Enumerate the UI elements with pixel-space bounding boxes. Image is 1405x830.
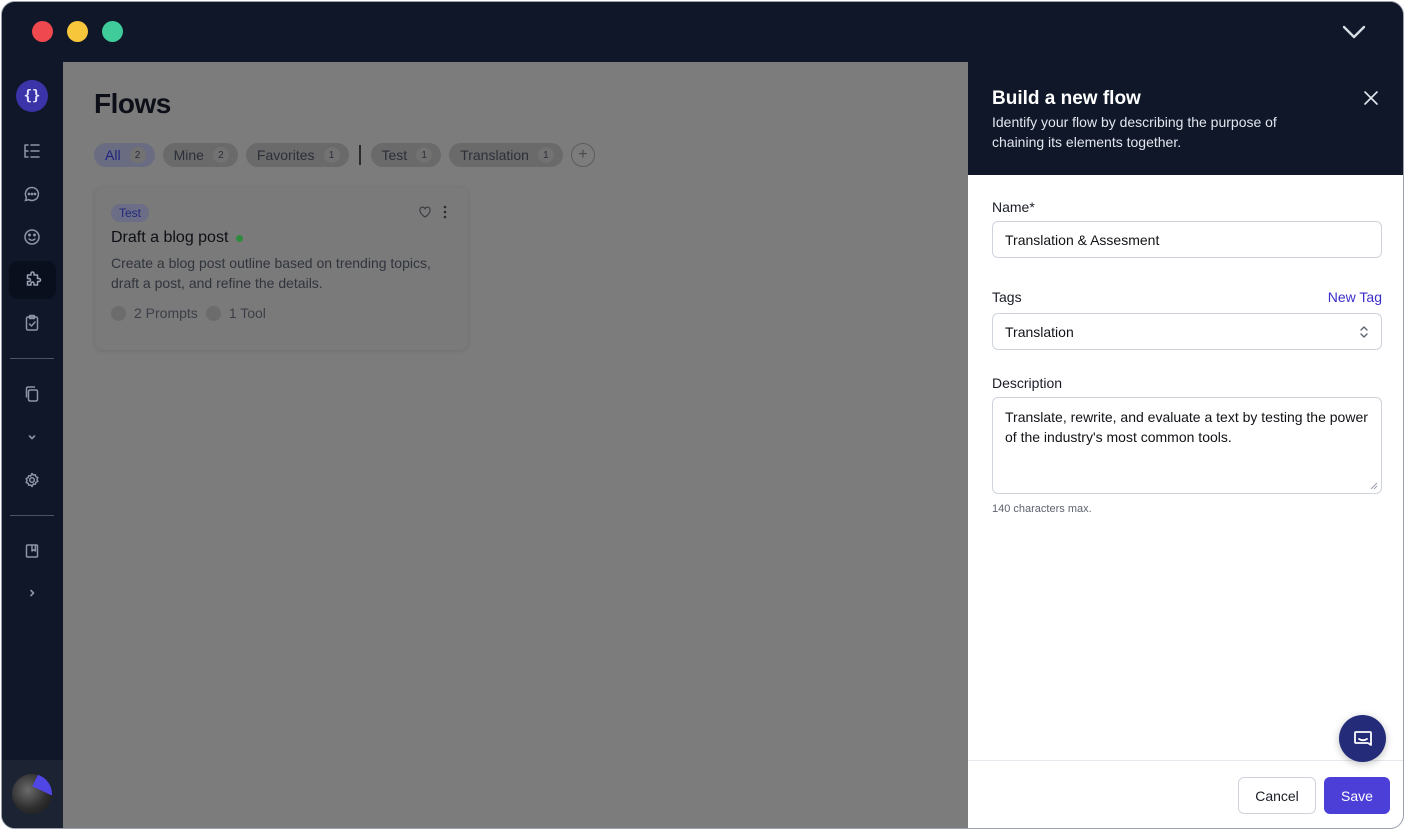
tag-chip-label: Test: [381, 147, 408, 163]
gear-icon: [25, 472, 39, 488]
tag-chip-count: 1: [537, 147, 554, 163]
panel-title: Build a new flow: [992, 88, 1141, 109]
tool-icon: [205, 305, 221, 321]
filter-chip-mine[interactable]: Mine 2: [162, 143, 238, 167]
close-icon[interactable]: [1363, 90, 1379, 106]
prompt-icon: [111, 305, 126, 321]
page-title: Flows: [94, 88, 171, 119]
filter-chip-label: Mine: [173, 147, 204, 163]
cancel-button[interactable]: Cancel: [1238, 777, 1316, 814]
support-chat-button[interactable]: [1339, 715, 1386, 762]
name-field[interactable]: Translation & Assesment: [992, 221, 1382, 258]
sidebar-divider: [10, 358, 54, 359]
flow-card-description: Create a blog post outline based on tren…: [111, 255, 431, 291]
flow-card-title: Draft a blog post: [111, 229, 244, 247]
filter-chip-count: 2: [212, 147, 229, 163]
sidebar-collapse-toggle[interactable]: [17, 578, 47, 608]
panel-footer: Cancel Save: [968, 760, 1403, 828]
user-menu[interactable]: [2, 760, 63, 828]
window-close-button[interactable]: [32, 21, 53, 42]
panel-header: Build a new flow Identify your flow by d…: [968, 62, 1403, 175]
sidebar: {}: [2, 62, 63, 828]
title-bar: [2, 2, 1403, 62]
tag-chip-count: 1: [416, 147, 433, 163]
sidebar-item-flows-list[interactable]: [17, 136, 47, 166]
filter-divider: [358, 145, 361, 165]
description-text: Translate, rewrite, and evaluate a text …: [1005, 409, 1368, 445]
add-filter-button[interactable]: +: [570, 143, 595, 167]
sidebar-item-tasks[interactable]: [17, 308, 47, 338]
flow-card-prompts: 2 Prompts: [134, 305, 198, 321]
sidebar-divider: [10, 515, 54, 516]
book-icon: [25, 544, 39, 558]
app-logo[interactable]: {}: [16, 80, 48, 112]
description-label: Description: [992, 375, 1063, 391]
description-hint: 140 characters max.: [992, 503, 1092, 515]
tags-select-value: Translation: [1005, 323, 1074, 340]
puzzle-icon: [26, 271, 41, 286]
chevron-up-down-icon: [1360, 326, 1368, 338]
new-tag-link[interactable]: New Tag: [1328, 289, 1382, 305]
sidebar-expand-toggle[interactable]: [17, 422, 47, 452]
clipboard-check-icon: [25, 314, 39, 331]
filter-chip-label: Favorites: [256, 147, 315, 163]
status-indicator: [236, 234, 244, 242]
chevron-right-icon: [30, 589, 35, 597]
avatar[interactable]: [12, 774, 52, 814]
sidebar-item-docs[interactable]: [17, 536, 47, 566]
flow-card-meta: 2 Prompts 1 Tool: [111, 305, 266, 321]
sidebar-item-personas[interactable]: [17, 222, 47, 252]
sidebar-item-library[interactable]: [17, 379, 47, 409]
sidebar-item-flows[interactable]: [9, 261, 56, 299]
window-maximize-button[interactable]: [102, 21, 123, 42]
panel-subtitle: Identify your flow by describing the pur…: [992, 114, 1277, 150]
window-minimize-button[interactable]: [67, 21, 88, 42]
tag-chip-label: Translation: [460, 147, 529, 163]
filter-chip-all[interactable]: All 2: [94, 143, 155, 167]
tags-label: Tags: [992, 289, 1022, 305]
copy-icon: [25, 386, 39, 402]
heart-icon[interactable]: [418, 205, 432, 219]
chevron-down-icon: [28, 435, 36, 440]
filter-chip-label: All: [105, 147, 121, 163]
filter-chip-favorites[interactable]: Favorites 1: [245, 143, 349, 167]
chat-bubble-icon: [1353, 730, 1372, 746]
filter-chip-count: 2: [129, 147, 146, 163]
smiley-icon: [24, 229, 40, 245]
filter-chip-count: 1: [323, 147, 340, 163]
flow-card-tag: Test: [111, 204, 150, 222]
sidebar-item-chat[interactable]: [17, 179, 47, 209]
flow-card-tools: 1 Tool: [228, 305, 266, 321]
flow-card[interactable]: Test Draft a blog post Create a blog pos…: [95, 187, 468, 350]
chat-icon: [24, 186, 40, 202]
list-tree-icon: [24, 144, 40, 158]
resize-handle-icon[interactable]: [1370, 482, 1378, 490]
save-button[interactable]: Save: [1324, 777, 1390, 814]
filter-bar: All 2 Mine 2 Favorites 1 Test 1 Translat…: [94, 143, 595, 167]
tag-chip-test[interactable]: Test 1: [370, 143, 442, 167]
more-vertical-icon[interactable]: [442, 204, 448, 220]
name-label: Name*: [992, 199, 1035, 215]
flows-page: Flows All 2 Mine 2 Favorites 1 Test 1 Tr…: [63, 62, 968, 828]
flow-card-title-text: Draft a blog post: [111, 229, 229, 246]
chevron-down-icon[interactable]: [1341, 22, 1367, 42]
new-flow-panel: Build a new flow Identify your flow by d…: [968, 62, 1403, 828]
tags-select[interactable]: Translation: [992, 313, 1382, 350]
tag-chip-translation[interactable]: Translation 1: [449, 143, 563, 167]
sidebar-item-settings[interactable]: [17, 465, 47, 495]
description-field[interactable]: Translate, rewrite, and evaluate a text …: [992, 397, 1382, 494]
app-window: {} Flows All 2 Mine 2 Favorites 1 Test 1…: [1, 1, 1404, 829]
